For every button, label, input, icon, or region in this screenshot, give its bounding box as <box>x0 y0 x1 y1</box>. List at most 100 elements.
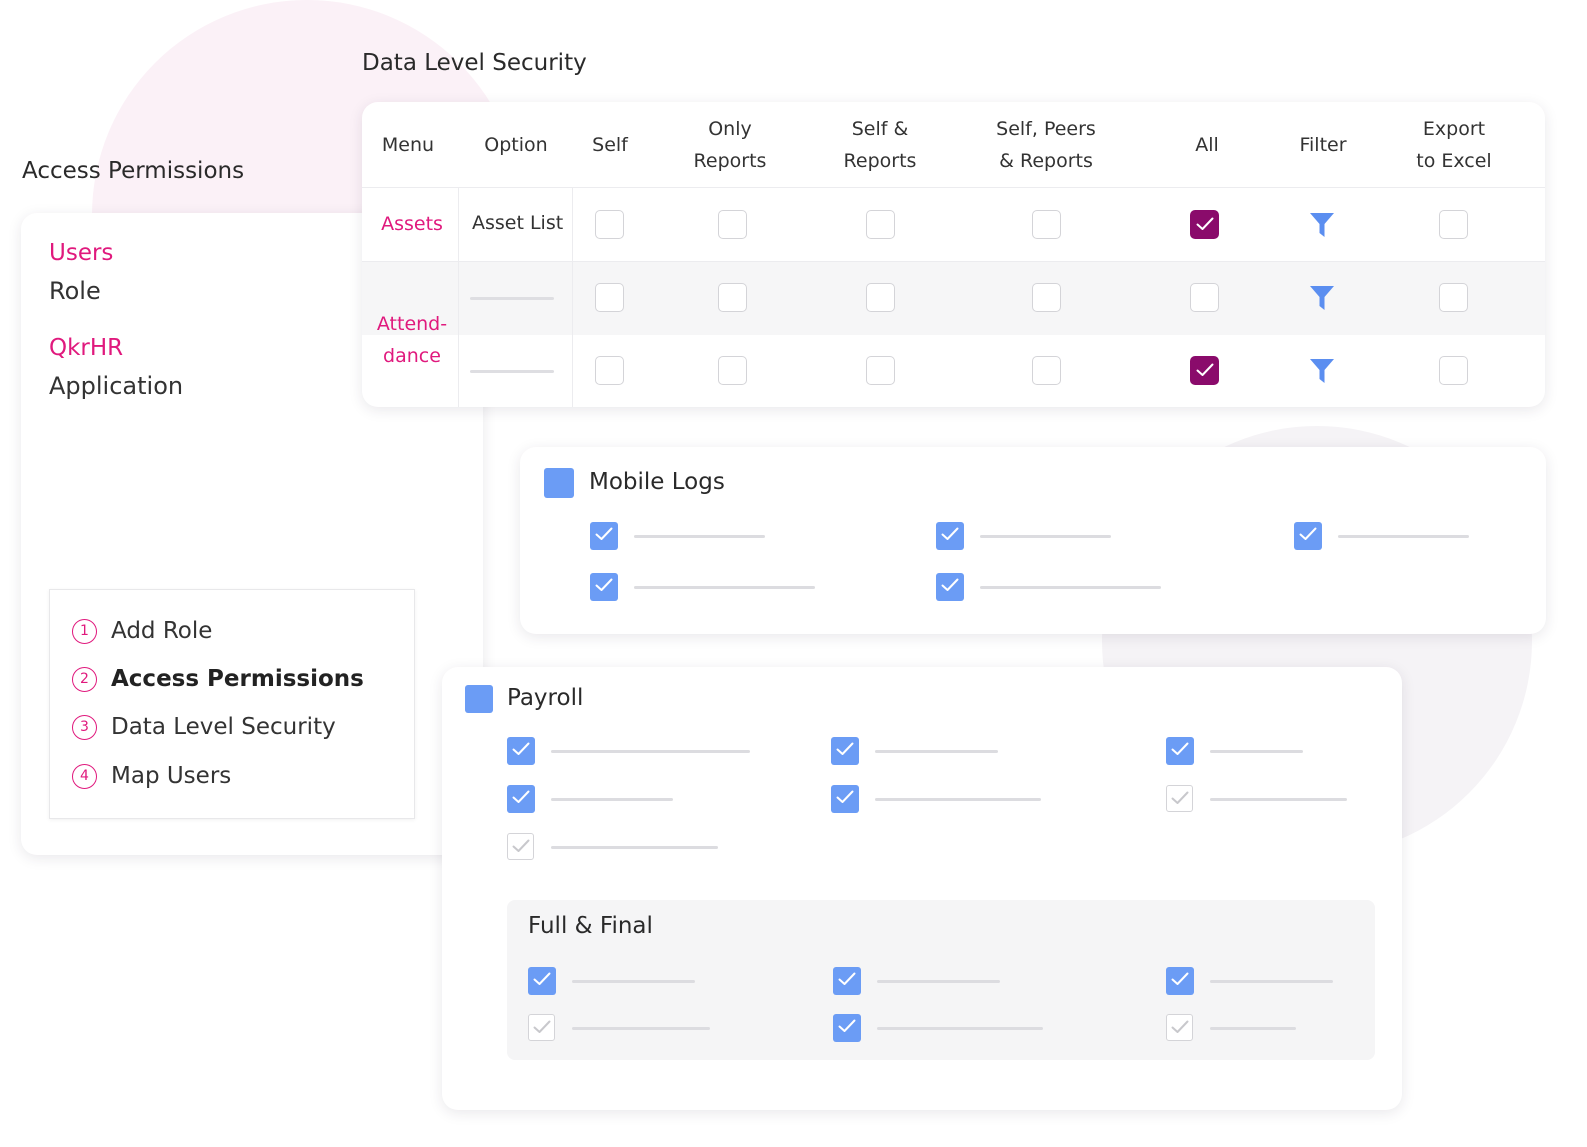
payroll-item-label-placeholder <box>1210 750 1303 753</box>
checkbox-all-row-3[interactable] <box>1190 356 1219 385</box>
step-number: 2 <box>72 666 97 692</box>
step-access-permissions[interactable]: 2 Access Permissions <box>72 666 364 692</box>
column-header-self-reports: Self & Reports <box>843 118 917 172</box>
checkbox-export-row-1[interactable] <box>1439 210 1468 239</box>
mobile-logs-item-label-placeholder <box>980 535 1111 538</box>
full-final-item-label-placeholder <box>877 1027 1043 1030</box>
step-number: 3 <box>72 714 97 740</box>
step-map-users[interactable]: 4 Map Users <box>72 763 231 789</box>
column-header-only-reports: Only Reports <box>693 118 767 172</box>
payroll-title: Payroll <box>507 685 584 711</box>
full-final-item-label-placeholder <box>1210 980 1333 983</box>
checkbox-all-row-1[interactable] <box>1190 210 1219 239</box>
payroll-item-label-placeholder <box>875 750 998 753</box>
full-final-item-label-placeholder <box>877 980 1000 983</box>
mobile-logs-item-checkbox[interactable] <box>936 573 964 601</box>
step-label: Map Users <box>111 763 232 789</box>
checkbox-only-reports-row-1[interactable] <box>718 210 747 239</box>
option-placeholder <box>470 370 554 373</box>
full-final-item-label-placeholder <box>572 980 695 983</box>
payroll-item-checkbox[interactable] <box>507 833 534 860</box>
column-header-self: Self <box>592 134 628 156</box>
option-cell-asset-list: Asset List <box>472 212 564 234</box>
checkbox-self-reports-row-1[interactable] <box>866 210 895 239</box>
payroll-item-label-placeholder <box>551 750 750 753</box>
access-permissions-title: Access Permissions <box>22 158 245 184</box>
step-label: Access Permissions <box>111 666 364 692</box>
checkbox-self-row-2[interactable] <box>595 283 624 312</box>
row-divider <box>362 261 1545 262</box>
checkbox-self-peers-reports-row-3[interactable] <box>1032 356 1061 385</box>
payroll-checkbox[interactable] <box>465 685 493 713</box>
full-final-item-checkbox[interactable] <box>833 967 861 995</box>
step-number: 4 <box>72 763 97 789</box>
data-level-security-title: Data Level Security <box>362 50 587 76</box>
column-header-menu: Menu <box>381 134 435 156</box>
payroll-item-checkbox[interactable] <box>507 737 535 765</box>
payroll-item-checkbox[interactable] <box>1166 785 1193 812</box>
full-final-item-checkbox[interactable] <box>1166 967 1194 995</box>
payroll-item-checkbox[interactable] <box>831 785 859 813</box>
step-label: Data Level Security <box>111 714 336 740</box>
step-add-role[interactable]: 1 Add Role <box>72 618 212 644</box>
column-header-self-peers-reports: Self, Peers & Reports <box>996 118 1096 172</box>
option-placeholder <box>470 297 554 300</box>
full-final-item-checkbox[interactable] <box>1166 1014 1193 1041</box>
checkbox-self-row-3[interactable] <box>595 356 624 385</box>
checkbox-export-row-2[interactable] <box>1439 283 1468 312</box>
column-divider <box>572 188 573 407</box>
menu-cell-attendance[interactable]: Attend-dance <box>366 308 458 372</box>
checkbox-self-peers-reports-row-2[interactable] <box>1032 283 1061 312</box>
full-final-item-checkbox[interactable] <box>833 1014 861 1042</box>
step-number: 1 <box>72 618 97 644</box>
mobile-logs-card: Mobile Logs <box>520 447 1546 634</box>
payroll-item-label-placeholder <box>1210 798 1347 801</box>
column-header-export-to-excel: Export to Excel <box>1416 118 1492 172</box>
nav-sub-role[interactable]: Role <box>49 277 101 305</box>
checkbox-self-peers-reports-row-1[interactable] <box>1032 210 1061 239</box>
mobile-logs-title: Mobile Logs <box>589 469 725 495</box>
payroll-card: Payroll Full & Final <box>442 667 1402 1110</box>
mobile-logs-item-checkbox[interactable] <box>1294 522 1322 550</box>
checkbox-only-reports-row-3[interactable] <box>718 356 747 385</box>
mobile-logs-item-checkbox[interactable] <box>590 522 618 550</box>
nav-link-users[interactable]: Users <box>49 240 113 266</box>
nav-sub-application[interactable]: Application <box>49 372 183 400</box>
mobile-logs-item-label-placeholder <box>1338 535 1469 538</box>
data-level-security-table: Menu Option Self Only Reports Self & Repor… <box>362 102 1545 407</box>
payroll-item-checkbox[interactable] <box>1166 737 1194 765</box>
mobile-logs-item-checkbox[interactable] <box>590 573 618 601</box>
payroll-item-checkbox[interactable] <box>507 785 535 813</box>
column-header-filter: Filter <box>1299 134 1347 156</box>
menu-cell-assets[interactable]: Assets <box>366 208 458 240</box>
checkbox-self-reports-row-3[interactable] <box>866 356 895 385</box>
column-header-option: Option <box>484 134 548 156</box>
column-header-all: All <box>1195 134 1219 156</box>
full-final-section: Full & Final <box>507 900 1375 1060</box>
full-final-item-label-placeholder <box>572 1027 710 1030</box>
filter-icon[interactable] <box>1309 357 1335 385</box>
filter-icon[interactable] <box>1309 211 1335 239</box>
step-label: Add Role <box>111 618 213 644</box>
mobile-logs-item-checkbox[interactable] <box>936 522 964 550</box>
column-divider <box>458 188 459 407</box>
full-final-item-checkbox[interactable] <box>528 1014 555 1041</box>
checkbox-export-row-3[interactable] <box>1439 356 1468 385</box>
mobile-logs-checkbox[interactable] <box>544 468 574 498</box>
payroll-item-label-placeholder <box>551 846 718 849</box>
steps-list: 1 Add Role 2 Access Permissions 3 Data L… <box>49 589 415 819</box>
full-final-item-label-placeholder <box>1210 1027 1296 1030</box>
step-data-level-security[interactable]: 3 Data Level Security <box>72 714 336 740</box>
full-final-item-checkbox[interactable] <box>528 967 556 995</box>
mobile-logs-item-label-placeholder <box>980 586 1161 589</box>
filter-icon[interactable] <box>1309 284 1335 312</box>
full-final-title: Full & Final <box>528 913 653 939</box>
checkbox-self-row-1[interactable] <box>595 210 624 239</box>
checkbox-self-reports-row-2[interactable] <box>866 283 895 312</box>
nav-link-qkrhr[interactable]: QkrHR <box>49 335 123 361</box>
checkbox-all-row-2[interactable] <box>1190 283 1219 312</box>
payroll-item-checkbox[interactable] <box>831 737 859 765</box>
checkbox-only-reports-row-2[interactable] <box>718 283 747 312</box>
payroll-item-label-placeholder <box>875 798 1041 801</box>
mobile-logs-item-label-placeholder <box>634 586 815 589</box>
